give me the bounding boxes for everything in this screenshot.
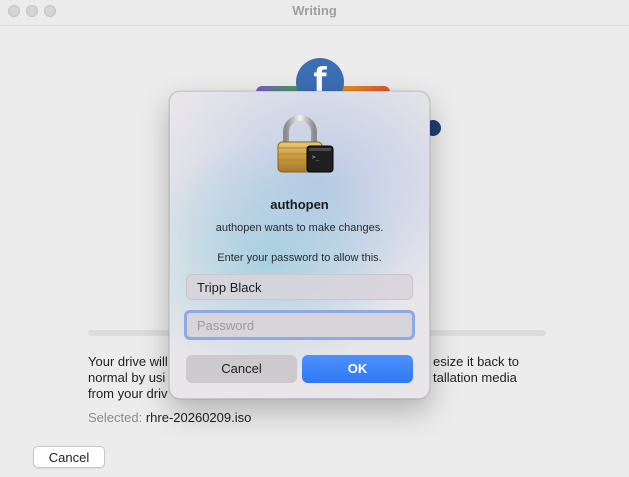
dialog-cancel-button[interactable]: Cancel (186, 355, 297, 383)
dialog-title: authopen (270, 197, 329, 212)
cancel-writing-button[interactable]: Cancel (33, 446, 105, 468)
auth-dialog: >_ authopen authopen wants to make chang… (169, 91, 430, 399)
selected-label: Selected: (88, 410, 143, 425)
title-bar: Writing (0, 0, 629, 26)
lock-icon: >_ (277, 115, 334, 173)
window-title: Writing (292, 3, 337, 18)
info-line-1-left: Your drive will (88, 354, 168, 369)
password-field[interactable] (184, 310, 415, 340)
svg-text:>_: >_ (312, 154, 320, 161)
dialog-prompt: Enter your password to allow this. (217, 252, 382, 264)
info-line-2-left: normal by usi (88, 370, 166, 385)
selected-file-name: rhre-20260209.iso (145, 410, 252, 425)
info-line-1-right: esize it back to (433, 354, 519, 369)
info-line-2-right: tallation media (433, 370, 517, 385)
info-line-3-left: from your driv (88, 386, 168, 401)
dialog-ok-button[interactable]: OK (302, 355, 413, 383)
selected-file-line: Selected: rhre-20260209.iso (88, 410, 251, 425)
dialog-message: authopen wants to make changes. (215, 222, 384, 234)
username-field[interactable] (186, 274, 413, 300)
